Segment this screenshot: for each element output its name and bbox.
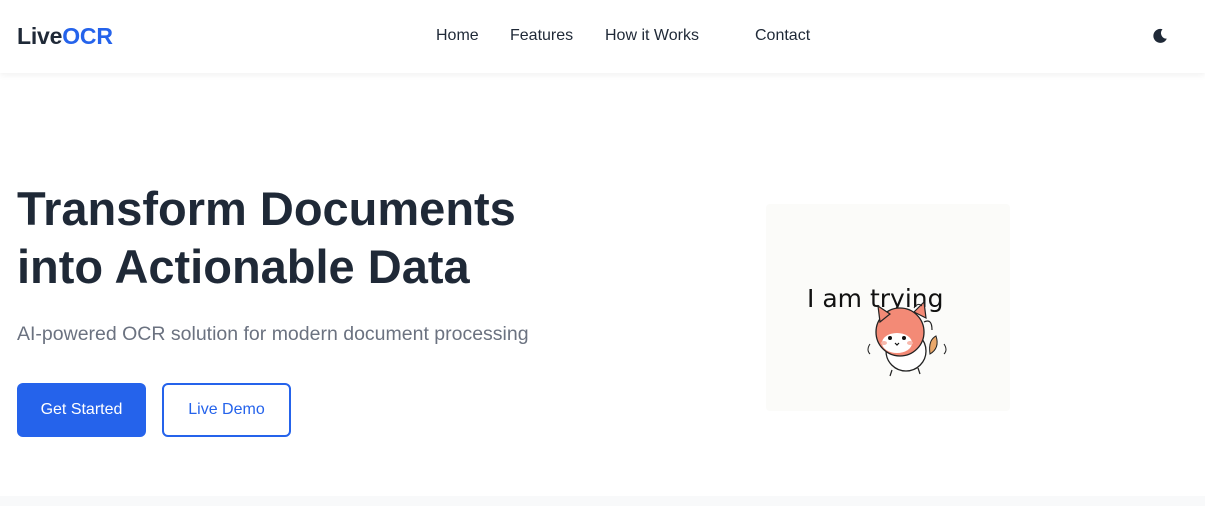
live-demo-button[interactable]: Live Demo: [162, 383, 291, 437]
logo-text-live: Live: [17, 23, 63, 49]
nav-link-home[interactable]: Home: [436, 27, 479, 45]
hero-title-line2: into Actionable Data: [17, 240, 470, 293]
next-section-edge: [0, 496, 1205, 506]
hero-image: I am trying: [766, 204, 1010, 411]
moon-icon: [1153, 28, 1167, 43]
logo-text-ocr: OCR: [62, 23, 113, 49]
hero-subtitle: AI-powered OCR solution for modern docum…: [17, 323, 529, 345]
nav-link-contact[interactable]: Contact: [755, 27, 810, 45]
nav-link-how-it-works[interactable]: How it Works: [605, 27, 699, 45]
navbar: LiveOCR Home Features How it Works Conta…: [0, 0, 1205, 73]
hero-section: Transform Documents into Actionable Data…: [0, 73, 1205, 496]
logo[interactable]: LiveOCR: [17, 23, 113, 50]
theme-toggle-button[interactable]: [1150, 26, 1170, 46]
nav-link-features[interactable]: Features: [510, 27, 573, 45]
hero-title-line1: Transform Documents: [17, 182, 516, 235]
hero-title: Transform Documents into Actionable Data: [17, 180, 637, 296]
cartoon-dog-sticker: [867, 300, 947, 377]
get-started-button[interactable]: Get Started: [17, 383, 146, 437]
